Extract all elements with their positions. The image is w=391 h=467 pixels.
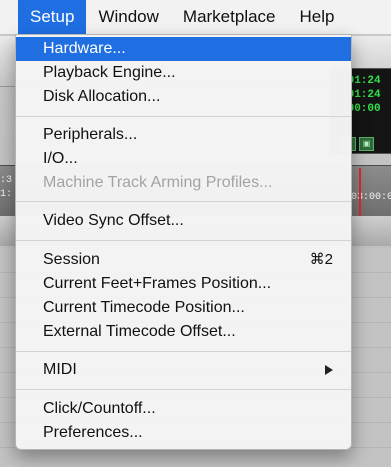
- menu-item-machine-track-arming-profiles: Machine Track Arming Profiles...: [43, 174, 273, 191]
- menu-item-preferences[interactable]: Preferences...: [16, 421, 351, 445]
- menu-separator: [16, 389, 351, 390]
- menu-separator: [16, 351, 351, 352]
- menu-setup[interactable]: Setup: [18, 0, 87, 34]
- menu-item-current-timecode-position[interactable]: Current Timecode Position...: [16, 296, 351, 320]
- menu-item-midi-label: MIDI: [43, 361, 77, 378]
- menu-item-current-feet-frames-position[interactable]: Current Feet+Frames Position...: [16, 272, 351, 296]
- menu-marketplace[interactable]: Marketplace: [171, 0, 288, 34]
- menu-separator: [16, 201, 351, 202]
- menu-item-click-countoff[interactable]: Click/Countoff...: [16, 397, 351, 421]
- ruler-timecode-label: 03:00:0: [351, 192, 391, 203]
- menu-item-midi[interactable]: MIDI: [16, 358, 351, 382]
- counter-button-2[interactable]: ▣: [359, 137, 374, 151]
- ruler-left-line-2: 1:: [0, 189, 13, 200]
- submenu-arrow-icon: [325, 365, 333, 375]
- menu-separator: [16, 116, 351, 117]
- menu-item-disk-allocation[interactable]: Disk Allocation...: [16, 85, 351, 109]
- menu-item-hardware[interactable]: Hardware...: [16, 37, 351, 61]
- menu-item-playback-engine[interactable]: Playback Engine...: [16, 61, 351, 85]
- ruler-left-labels: :3 1:: [0, 174, 12, 202]
- menu-item-peripherals[interactable]: Peripherals...: [16, 123, 351, 147]
- setup-dropdown-menu: Hardware... Playback Engine... Disk Allo…: [15, 34, 352, 450]
- menu-item-session[interactable]: Session ⌘2: [16, 248, 351, 272]
- ruler-left-line-1: :3: [0, 175, 13, 186]
- menu-help[interactable]: Help: [288, 0, 347, 34]
- menu-item-session-label: Session: [43, 251, 100, 268]
- menu-separator: [16, 240, 351, 241]
- menu-window[interactable]: Window: [86, 0, 170, 34]
- session-shortcut: ⌘2: [309, 251, 333, 268]
- menu-item-io[interactable]: I/O...: [16, 147, 351, 171]
- menu-bar: Setup Window Marketplace Help: [0, 0, 391, 35]
- menu-item-external-timecode-offset[interactable]: External Timecode Offset...: [16, 320, 351, 344]
- menu-item-video-sync-offset[interactable]: Video Sync Offset...: [16, 209, 351, 233]
